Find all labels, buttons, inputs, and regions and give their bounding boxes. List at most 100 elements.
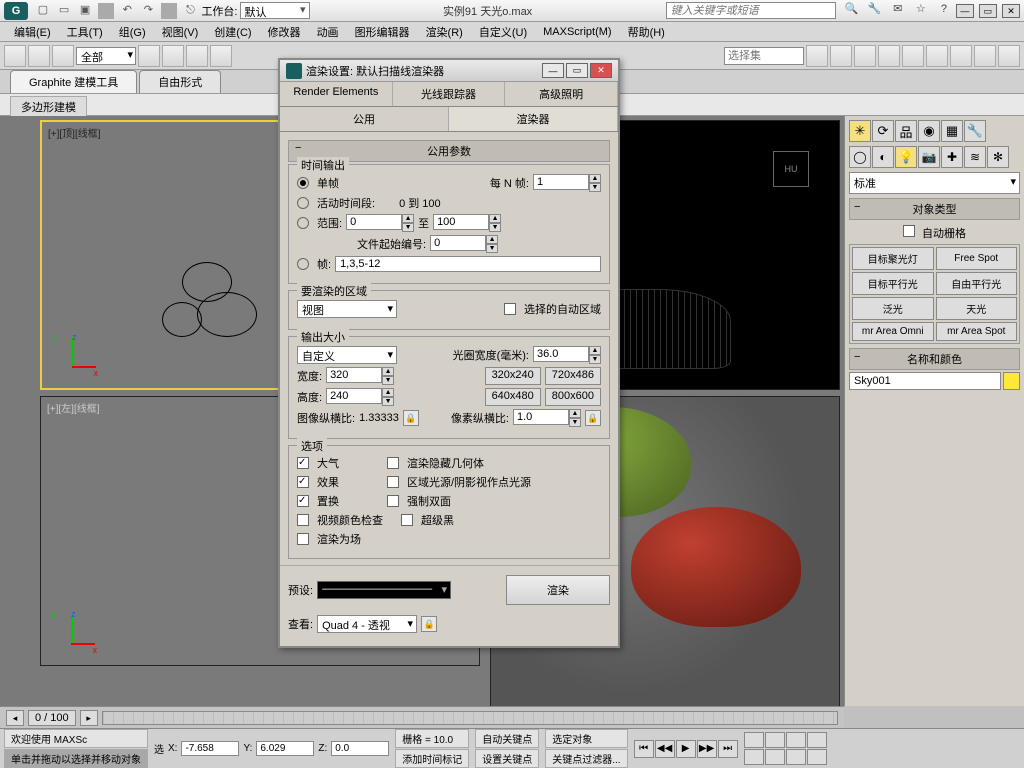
- sub-cameras-icon[interactable]: 📷: [918, 146, 940, 168]
- area-mode-dropdown[interactable]: 视图: [297, 300, 397, 318]
- set-key-button[interactable]: 设置关键点: [475, 749, 539, 768]
- time-track[interactable]: [102, 711, 838, 725]
- wrench-icon[interactable]: 🔧: [867, 2, 883, 18]
- maximize-button[interactable]: ▭: [979, 4, 997, 18]
- help-icon[interactable]: ?: [936, 3, 952, 19]
- view-dropdown[interactable]: Quad 4 - 透视: [317, 615, 417, 633]
- key-filters[interactable]: 关键点过滤器...: [545, 749, 627, 768]
- coord-y[interactable]: [256, 741, 314, 756]
- btn-skylight[interactable]: 天光: [936, 297, 1018, 320]
- nav-zoom[interactable]: [744, 732, 764, 748]
- chk-force2[interactable]: [387, 495, 399, 507]
- preset-320x240[interactable]: 320x240: [485, 367, 541, 385]
- btn-mr-area-spot[interactable]: mr Area Spot: [936, 322, 1018, 341]
- tool-align[interactable]: [830, 45, 852, 67]
- menu-rendering[interactable]: 渲染(R): [418, 22, 471, 42]
- save-icon[interactable]: ▣: [77, 2, 93, 18]
- dialog-close[interactable]: ✕: [590, 63, 612, 78]
- chk-autogrid[interactable]: [903, 225, 915, 237]
- tool-undo[interactable]: [4, 45, 26, 67]
- close-button[interactable]: ✕: [1002, 4, 1020, 18]
- menu-grapheditors[interactable]: 图形编辑器: [347, 22, 418, 42]
- chk-effects[interactable]: [297, 476, 309, 488]
- redo-icon[interactable]: ↷: [140, 2, 156, 18]
- tab-create-icon[interactable]: ✳: [849, 120, 871, 142]
- input-range-to[interactable]: [433, 214, 489, 230]
- input-frames[interactable]: [335, 256, 601, 272]
- btn-target-direct[interactable]: 目标平行光: [852, 272, 934, 295]
- radio-active[interactable]: [297, 197, 309, 209]
- ribbon-tab-graphite[interactable]: Graphite 建模工具: [10, 70, 137, 93]
- search-input[interactable]: [666, 2, 836, 19]
- tool-redo[interactable]: [28, 45, 50, 67]
- menu-tools[interactable]: 工具(T): [59, 22, 111, 42]
- tool-window-crossing[interactable]: [210, 45, 232, 67]
- tool-layers[interactable]: [854, 45, 876, 67]
- app-icon[interactable]: G: [4, 2, 28, 20]
- chk-videocheck[interactable]: [297, 514, 309, 526]
- selection-filter[interactable]: 全部: [76, 47, 136, 65]
- preset-640x480[interactable]: 640x480: [485, 388, 541, 406]
- ribbon-tab-freeform[interactable]: 自由形式: [139, 70, 221, 93]
- tool-link[interactable]: [52, 45, 74, 67]
- new-icon[interactable]: ▢: [35, 2, 51, 18]
- sub-systems-icon[interactable]: ✻: [987, 146, 1009, 168]
- object-name-input[interactable]: [849, 372, 1001, 390]
- sub-shapes-icon[interactable]: ◐: [872, 146, 894, 168]
- input-filenum[interactable]: [430, 235, 486, 251]
- rollout-name-color[interactable]: 名称和颜色: [849, 348, 1020, 370]
- tab-renderer[interactable]: 渲染器: [449, 107, 618, 131]
- tab-motion-icon[interactable]: ◉: [918, 120, 940, 142]
- preset-dropdown[interactable]: ——————————: [317, 581, 451, 599]
- nav-zoom-all[interactable]: [765, 732, 785, 748]
- tool-curve-editor[interactable]: [878, 45, 900, 67]
- btn-free-spot[interactable]: Free Spot: [936, 247, 1018, 270]
- input-nth[interactable]: [533, 174, 589, 190]
- chk-auto-region[interactable]: [504, 303, 516, 315]
- chk-superblack[interactable]: [401, 514, 413, 526]
- viewport-top-label[interactable]: [+][顶][线框]: [48, 125, 101, 140]
- key-mode[interactable]: 选定对象: [545, 729, 627, 748]
- chk-hidden[interactable]: [387, 457, 399, 469]
- tab-adv-lighting[interactable]: 高级照明: [505, 82, 618, 106]
- btn-mr-area-omni[interactable]: mr Area Omni: [852, 322, 934, 341]
- dialog-titlebar[interactable]: 渲染设置: 默认扫描线渲染器 — ▭ ✕: [280, 60, 618, 82]
- time-label[interactable]: 0 / 100: [28, 710, 76, 726]
- input-range-from[interactable]: [346, 214, 402, 230]
- preset-800x600[interactable]: 800x600: [545, 388, 601, 406]
- btn-target-spot[interactable]: 目标聚光灯: [852, 247, 934, 270]
- tool-select-rect[interactable]: [186, 45, 208, 67]
- spin-up[interactable]: ▲: [589, 174, 601, 183]
- radio-single[interactable]: [297, 177, 309, 189]
- input-pixaspect[interactable]: [513, 409, 569, 425]
- ts-next[interactable]: ▸: [80, 710, 98, 726]
- sub-geometry-icon[interactable]: ◯: [849, 146, 871, 168]
- tool-schematic[interactable]: [902, 45, 924, 67]
- goto-end-icon[interactable]: ⏭: [718, 740, 738, 758]
- link-icon[interactable]: ⎋: [182, 2, 198, 18]
- spin-down[interactable]: ▼: [589, 183, 601, 192]
- add-time-tag[interactable]: 添加时间标记: [395, 749, 469, 768]
- tab-common[interactable]: 公用: [280, 107, 449, 131]
- chk-arealight[interactable]: [387, 476, 399, 488]
- btn-free-direct[interactable]: 自由平行光: [936, 272, 1018, 295]
- named-selection-input[interactable]: [724, 47, 804, 65]
- tool-quick-render[interactable]: [998, 45, 1020, 67]
- tool-select[interactable]: [138, 45, 160, 67]
- tab-render-elements[interactable]: Render Elements: [280, 82, 393, 106]
- menu-animation[interactable]: 动画: [309, 22, 347, 42]
- chk-displace[interactable]: [297, 495, 309, 507]
- input-width[interactable]: [326, 367, 382, 383]
- object-color-swatch[interactable]: [1003, 372, 1020, 390]
- chk-atmos[interactable]: [297, 457, 309, 469]
- nav-orbit[interactable]: [765, 749, 785, 765]
- coord-z[interactable]: [331, 741, 389, 756]
- tab-display-icon[interactable]: ▦: [941, 120, 963, 142]
- menu-modifiers[interactable]: 修改器: [260, 22, 309, 42]
- binoculars-icon[interactable]: 🔍: [844, 2, 860, 18]
- sub-spacewarps-icon[interactable]: ≋: [964, 146, 986, 168]
- nav-pan[interactable]: [744, 749, 764, 765]
- rollout-object-type[interactable]: 对象类型: [849, 198, 1020, 220]
- menu-create[interactable]: 创建(C): [206, 22, 259, 42]
- ribbon-sub-polymodel[interactable]: 多边形建模: [10, 96, 87, 118]
